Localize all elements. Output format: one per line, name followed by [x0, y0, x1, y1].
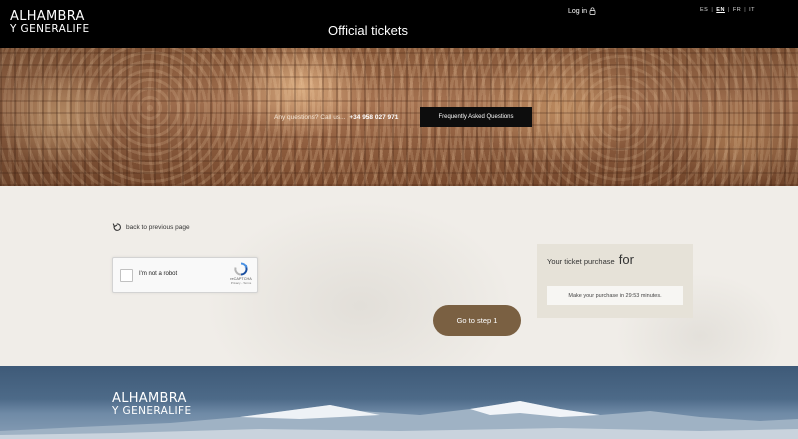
recaptcha-terms[interactable]: Privacy - Terms: [229, 281, 253, 285]
back-arrow-icon: [112, 223, 121, 231]
contact-line: Any questions? Call us... +34 958 027 97…: [274, 114, 398, 121]
recaptcha-label: I'm not a robot: [139, 271, 178, 277]
lang-fr[interactable]: FR: [733, 7, 741, 13]
phone-number[interactable]: +34 958 027 971: [349, 114, 398, 121]
purchase-summary: Your ticket purchase for Make your purch…: [537, 244, 693, 318]
contact-text: Any questions? Call us...: [274, 114, 346, 121]
language-switcher: ES | EN | FR | IT: [700, 7, 756, 13]
login-link[interactable]: Log in: [568, 7, 596, 15]
lang-en[interactable]: EN: [716, 7, 725, 13]
page-title: Official tickets: [328, 23, 408, 38]
lang-es[interactable]: ES: [700, 7, 708, 13]
footer-logo-line1: ALHAMBRA: [112, 391, 187, 406]
lock-icon: [589, 7, 596, 15]
faq-button[interactable]: Frequently Asked Questions: [420, 107, 532, 127]
purchase-title-text: Your ticket purchase: [547, 257, 615, 266]
purchase-title: Your ticket purchase for: [547, 252, 634, 267]
recaptcha-widget: I'm not a robot reCAPTCHA Privacy - Term…: [112, 257, 258, 293]
go-to-step-1-button[interactable]: Go to step 1: [433, 305, 521, 336]
back-link-label: back to previous page: [126, 223, 190, 231]
recaptcha-icon: [234, 262, 248, 276]
recaptcha-checkbox[interactable]: [120, 269, 133, 282]
login-label: Log in: [568, 7, 588, 15]
lang-it[interactable]: IT: [749, 7, 755, 13]
footer-logo-line2: Y GENERALIFE: [112, 405, 192, 417]
hero-banner: Any questions? Call us... +34 958 027 97…: [0, 48, 798, 186]
purchase-title-suffix: for: [618, 252, 634, 267]
page: ALHAMBRA Y GENERALIFE Official tickets L…: [0, 0, 798, 439]
logo-line1: ALHAMBRA: [10, 9, 85, 24]
recaptcha-logo: reCAPTCHA Privacy - Terms: [229, 262, 253, 285]
logo-line2: Y GENERALIFE: [10, 23, 90, 35]
purchase-timer: Make your purchase in 29:53 minutes.: [547, 286, 683, 305]
main-content: back to previous page I'm not a robot re…: [0, 186, 798, 366]
top-bar: ALHAMBRA Y GENERALIFE Official tickets L…: [0, 0, 798, 48]
hero-shade: [0, 48, 798, 186]
site-logo[interactable]: ALHAMBRA Y GENERALIFE: [10, 9, 90, 35]
footer: ALHAMBRA Y GENERALIFE: [0, 366, 798, 439]
back-link[interactable]: back to previous page: [112, 222, 190, 232]
footer-logo[interactable]: ALHAMBRA Y GENERALIFE: [112, 391, 192, 417]
